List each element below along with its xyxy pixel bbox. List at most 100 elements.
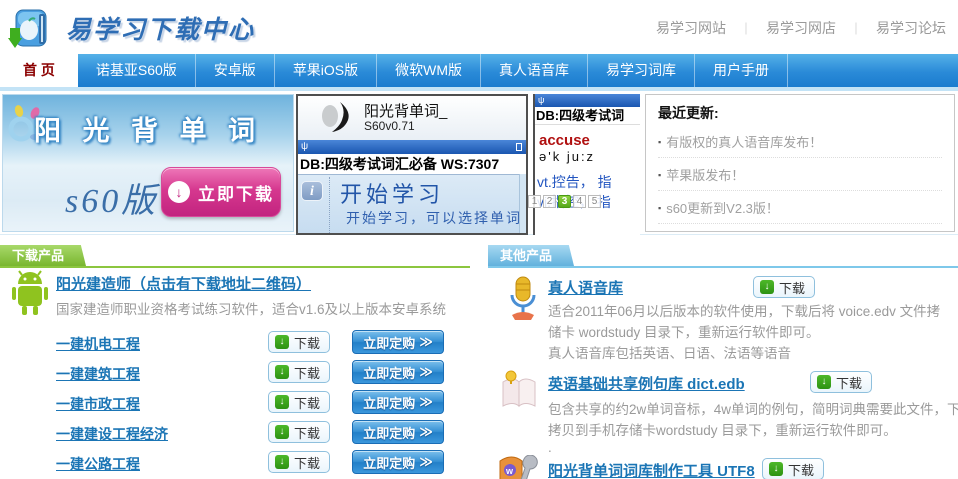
menu-item-title: 开始学习 bbox=[340, 177, 444, 209]
carousel-page-3[interactable]: 3 bbox=[558, 195, 571, 208]
nav-item-voice-library[interactable]: 真人语音库 bbox=[481, 54, 588, 87]
download-label: 下载 bbox=[294, 453, 320, 472]
nav-item-word-library[interactable]: 易学习词库 bbox=[588, 54, 695, 87]
banner-title: 阳 光 背 单 词 bbox=[3, 109, 293, 148]
nav-item-android[interactable]: 安卓版 bbox=[196, 54, 275, 87]
menu-item-subtitle: 开始学习，可以选择单词词 bbox=[346, 208, 528, 228]
header-link-website[interactable]: 易学习网站 bbox=[656, 20, 726, 36]
antenna-icon: ψ bbox=[538, 94, 544, 107]
download-arrow-icon: ↓ bbox=[769, 462, 783, 476]
green-underline bbox=[0, 266, 470, 268]
recent-update-item[interactable]: ▪ 有版权的真人语音库发布！ bbox=[658, 125, 942, 158]
page: 易学习下载中心 易学习网站｜易学习网店｜易学习论坛 首 页 诺基亚S60版 安卓… bbox=[0, 0, 958, 479]
order-label: 立即定购 bbox=[363, 393, 415, 412]
product-link-builder[interactable]: 阳光建造师（点击有下载地址二维码） bbox=[56, 273, 311, 294]
recent-update-label: 有版权的真人语音库发布！ bbox=[666, 135, 822, 150]
app-title: 阳光背单词_ bbox=[364, 100, 447, 121]
other-product-desc: 储卡 wordstudy 目录下，重新运行软件即可。 bbox=[548, 321, 820, 341]
product-link[interactable]: 一建市政工程 bbox=[56, 394, 140, 414]
screenshot-app-menu: 阳光背单词_ S60v0.71 ψ DB:四级考试词汇必备 WS:7307 i … bbox=[296, 94, 528, 235]
order-button[interactable]: 立即定购≫ bbox=[352, 390, 444, 414]
db-status-line: DB:四级考试词汇必备 WS:7307 bbox=[298, 154, 526, 174]
header: 易学习下载中心 易学习网站｜易学习网店｜易学习论坛 bbox=[0, 0, 958, 54]
bullet-icon: ▪ bbox=[658, 137, 661, 147]
other-product-desc: 适合2011年06月以后版本的软件使用，下载后将 voice.edv 文件拷 bbox=[548, 300, 940, 320]
recent-update-item[interactable]: ▪s60更新到V2.3版！ bbox=[658, 191, 942, 224]
nav-item-nokia-s60[interactable]: 诺基亚S60版 bbox=[78, 54, 196, 87]
download-button[interactable]: ↓ 下载 bbox=[268, 391, 330, 413]
download-label: 下载 bbox=[294, 423, 320, 442]
nav-item-apple-ios[interactable]: 苹果iOS版 bbox=[275, 54, 377, 87]
main-nav: 首 页 诺基亚S60版 安卓版 苹果iOS版 微软WM版 真人语音库 易学习词库… bbox=[0, 54, 958, 87]
other-product-desc: 真人语音库包括英语、日语、法语等语音 bbox=[548, 342, 791, 362]
dictionary-phonetic: ə'k ju:z bbox=[539, 149, 595, 164]
bullet-icon: ▪ bbox=[658, 170, 661, 180]
download-button[interactable]: ↓下载 bbox=[268, 361, 330, 383]
bullet-icon: ▪ bbox=[658, 203, 661, 213]
other-product-desc: . bbox=[548, 440, 552, 455]
tab-other-products[interactable]: 其他产品 bbox=[488, 245, 574, 266]
download-label: 下载 bbox=[294, 393, 320, 412]
product-link[interactable]: 一建公路工程 bbox=[56, 454, 140, 474]
tab-download-products[interactable]: 下载产品 bbox=[0, 245, 86, 266]
download-arrow-icon: ↓ bbox=[275, 395, 289, 409]
android-icon bbox=[8, 270, 52, 316]
carousel-page-4[interactable]: 4 bbox=[573, 195, 586, 208]
order-button[interactable]: 立即定购≫ bbox=[352, 420, 444, 444]
carousel-page-1[interactable]: 1 bbox=[528, 195, 541, 208]
book-bulb-icon bbox=[497, 368, 541, 410]
carousel-pager: 1 2 3 4 5 bbox=[528, 195, 601, 208]
link-separator: ｜ bbox=[850, 22, 862, 36]
order-arrow-icon: ≫ bbox=[419, 334, 433, 350]
order-arrow-icon: ≫ bbox=[419, 364, 433, 380]
order-arrow-icon: ≫ bbox=[419, 454, 433, 470]
nav-item-windows-mobile[interactable]: 微软WM版 bbox=[377, 54, 481, 87]
header-link-forum[interactable]: 易学习论坛 bbox=[876, 20, 946, 36]
download-arrow-icon: ↓ bbox=[275, 425, 289, 439]
svg-text:w: w bbox=[505, 466, 514, 476]
carousel-page-2[interactable]: 2 bbox=[543, 195, 556, 208]
product-link[interactable]: 一建建筑工程 bbox=[56, 364, 140, 384]
recent-update-item[interactable]: ▪安卓版最新使用手册发布！ bbox=[658, 224, 942, 232]
app-version: S60v0.71 bbox=[364, 119, 415, 133]
carousel-page-5[interactable]: 5 bbox=[588, 195, 601, 208]
download-button[interactable]: ↓下载 bbox=[268, 331, 330, 353]
order-button[interactable]: 立即定购≫ bbox=[352, 450, 444, 474]
recent-updates-panel: 最近更新: ▪ 有版权的真人语音库发布！ ▪苹果版发布！ ▪s60更新到V2.3版… bbox=[645, 94, 955, 232]
download-button[interactable]: ↓ 下载 bbox=[753, 276, 815, 298]
header-link-shop[interactable]: 易学习网店 bbox=[766, 20, 836, 36]
promo-banner[interactable]: 阳 光 背 单 词 s60版 ↓ 立即下载 bbox=[2, 94, 294, 232]
download-button[interactable]: ↓下载 bbox=[762, 458, 824, 479]
download-arrow-icon: ↓ bbox=[275, 455, 289, 469]
dictionary-word: accuse bbox=[539, 132, 590, 149]
download-arrow-icon: ↓ bbox=[760, 280, 774, 294]
scrollbar[interactable] bbox=[519, 174, 526, 233]
logo[interactable]: 易学习下载中心 bbox=[8, 4, 255, 52]
recent-updates-title: 最近更新: bbox=[658, 103, 942, 123]
nav-item-home[interactable]: 首 页 bbox=[0, 54, 78, 87]
other-product-link-sentences[interactable]: 英语基础共享例句库 dict.edb bbox=[548, 373, 745, 394]
banner-download-button[interactable]: ↓ 立即下载 bbox=[161, 167, 281, 217]
download-arrow-icon: ↓ bbox=[817, 375, 831, 389]
other-product-link-voice[interactable]: 真人语音库 bbox=[548, 277, 623, 298]
recent-update-item[interactable]: ▪苹果版发布！ bbox=[658, 158, 942, 191]
banner-edition: s60版 bbox=[65, 173, 158, 222]
microphone-icon bbox=[504, 275, 542, 321]
app-logo-icon bbox=[318, 100, 358, 136]
nav-item-user-manual[interactable]: 用户手册 bbox=[695, 54, 788, 87]
download-button[interactable]: ↓ 下载 bbox=[810, 371, 872, 393]
download-button[interactable]: ↓ 下载 bbox=[268, 451, 330, 473]
header-links: 易学习网站｜易学习网店｜易学习论坛 bbox=[656, 18, 946, 38]
order-button[interactable]: 立即定购≫ bbox=[352, 330, 444, 354]
battery-icon bbox=[516, 143, 522, 151]
download-label: 下载 bbox=[779, 278, 805, 297]
download-button[interactable]: ↓ 下载 bbox=[268, 421, 330, 443]
other-product-link-tool[interactable]: 阳光背单词词库制作工具 UTF8 bbox=[548, 460, 755, 479]
order-button[interactable]: 立即定购≫ bbox=[352, 360, 444, 384]
product-link[interactable]: 一建机电工程 bbox=[56, 334, 140, 354]
download-arrow-icon: ↓ bbox=[275, 365, 289, 379]
product-link[interactable]: 一建建设工程经济 bbox=[56, 424, 168, 444]
site-title: 易学习下载中心 bbox=[66, 10, 255, 46]
download-label: 下载 bbox=[836, 373, 862, 392]
blue-underline bbox=[488, 266, 958, 268]
